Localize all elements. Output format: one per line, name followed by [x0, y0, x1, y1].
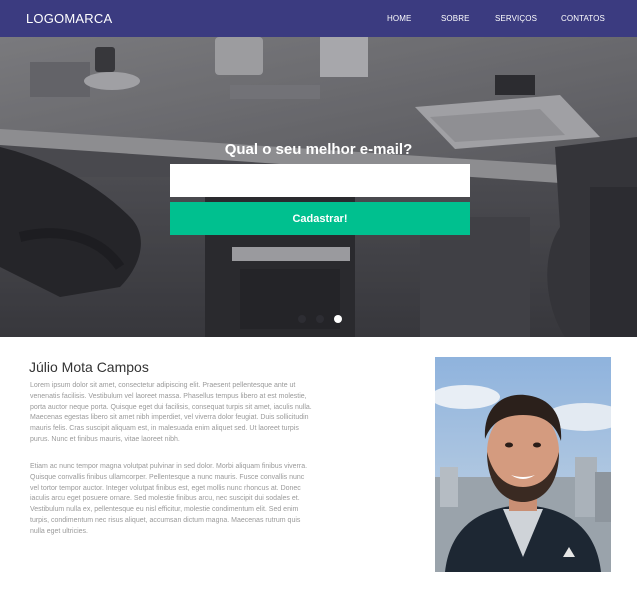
carousel-dot-1[interactable]: [298, 315, 306, 323]
nav-link-sobre[interactable]: SOBRE: [441, 14, 470, 23]
about-paragraph-1: Lorem ipsum dolor sit amet, consectetur …: [30, 382, 312, 443]
carousel-indicators: [0, 315, 637, 325]
hero-carousel: Qual o seu melhor e-mail? Cadastrar!: [0, 37, 637, 337]
nav-link-home[interactable]: HOME: [387, 14, 411, 23]
about-name: Júlio Mota Campos: [29, 359, 149, 375]
subscribe-button[interactable]: Cadastrar!: [170, 202, 470, 235]
nav-link-contatos[interactable]: CONTATOS: [561, 14, 605, 23]
nav-link-servicos[interactable]: SERVIÇOS: [495, 14, 537, 23]
email-input[interactable]: [170, 164, 470, 197]
carousel-dot-3[interactable]: [334, 315, 342, 323]
carousel-dot-2[interactable]: [316, 315, 324, 323]
nav-links: HOME SOBRE SERVIÇOS CONTATOS: [0, 14, 637, 26]
profile-photo: [435, 357, 611, 572]
navbar: LOGOMARCA HOME SOBRE SERVIÇOS CONTATOS: [0, 0, 637, 37]
about-paragraph-2: Etiam ac nunc tempor magna volutpat pulv…: [30, 463, 308, 535]
hero-heading: Qual o seu melhor e-mail?: [224, 141, 413, 158]
